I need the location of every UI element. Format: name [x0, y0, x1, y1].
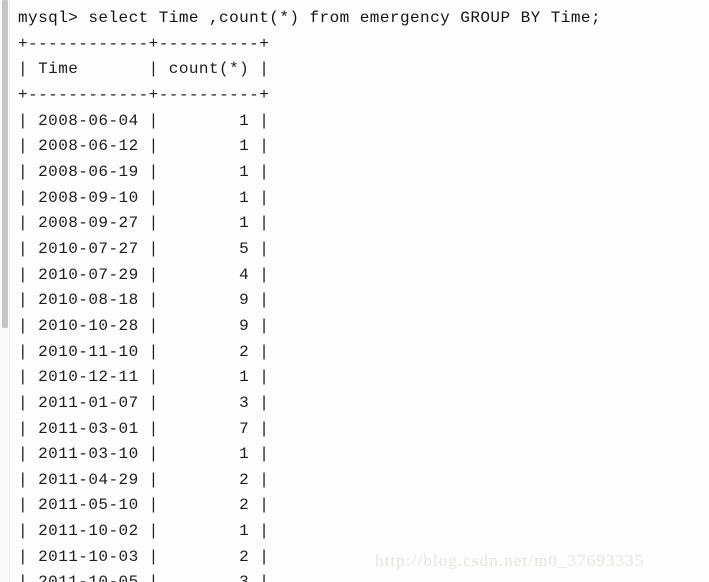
table-row: | 2011-03-10 | 1 | [18, 445, 270, 464]
table-row: | 2011-04-29 | 2 | [18, 470, 270, 489]
scrollbar-thumb[interactable] [2, 0, 8, 328]
table-row: | 2008-06-19 | 1 | [18, 162, 270, 181]
table-row: | 2008-06-12 | 1 | [18, 137, 270, 156]
watermark-text: http://blog.csdn.net/m0_37693335 [375, 551, 645, 570]
table-row: | 2010-07-27 | 5 | [18, 239, 270, 258]
table-rule-top: +------------+----------+ [18, 34, 270, 53]
table-row: | 2010-08-18 | 9 | [18, 291, 270, 310]
table-row: | 2011-01-07 | 3 | [18, 393, 270, 412]
table-row: | 2008-06-04 | 1 | [18, 111, 270, 130]
table-row: | 2008-09-10 | 1 | [18, 188, 270, 207]
table-rule-header: +------------+----------+ [18, 85, 270, 104]
table-row: | 2011-03-01 | 7 | [18, 419, 270, 438]
table-row: | 2010-11-10 | 2 | [18, 342, 270, 361]
table-row: | 2008-09-27 | 1 | [18, 214, 270, 233]
vertical-scrollbar[interactable] [0, 0, 10, 582]
table-row: | 2010-10-28 | 9 | [18, 316, 270, 335]
terminal-output[interactable]: mysql> select Time ,count(*) from emerge… [10, 0, 709, 582]
table-body: | 2008-06-04 | 1 | | 2008-06-12 | 1 | | 20… [18, 109, 709, 582]
table-row: | 2011-05-10 | 2 | [18, 496, 270, 515]
table-row: | 2010-12-11 | 1 | [18, 368, 270, 387]
table-row: | 2011-10-02 | 1 | [18, 522, 270, 541]
table-row: | 2010-07-29 | 4 | [18, 265, 270, 284]
sql-prompt-line: mysql> select Time ,count(*) from emerge… [18, 9, 601, 27]
table-row: | 2011-10-05 | 3 | [18, 570, 709, 582]
table-header-row: | Time | count(*) | [18, 60, 270, 79]
terminal-screen: mysql> select Time ,count(*) from emerge… [0, 0, 709, 582]
